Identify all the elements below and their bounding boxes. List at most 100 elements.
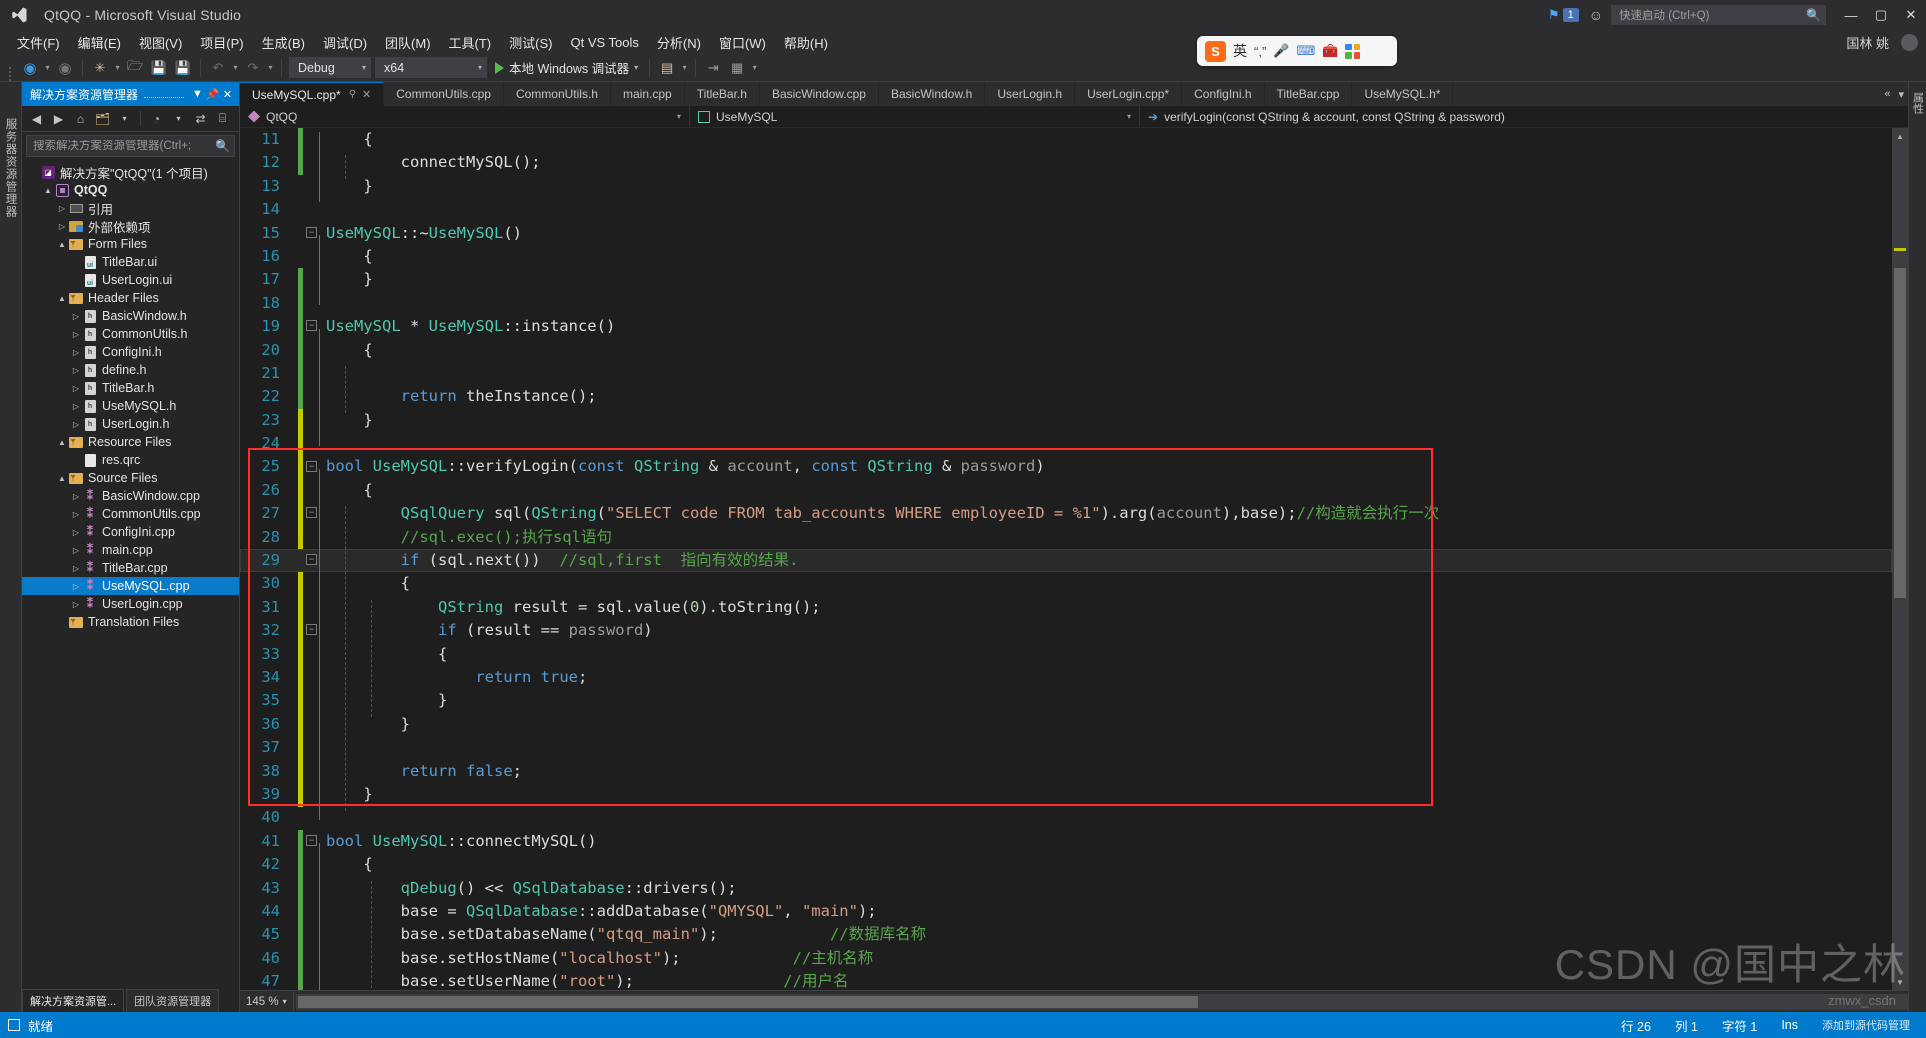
build-platform-select[interactable]: x64 ▾ (375, 57, 487, 78)
code-line[interactable]: 43 qDebug() << QSqlDatabase::drivers(); (240, 877, 1892, 900)
editor-tab-titlebar.cpp[interactable]: TitleBar.cpp (1265, 82, 1353, 106)
scroll-up-arrow[interactable]: ▲ (1892, 128, 1908, 144)
undo-dropdown-icon[interactable]: ▾ (230, 57, 241, 79)
code-line[interactable]: 32 if (result == password) (240, 619, 1892, 642)
code-line[interactable]: 39 } (240, 783, 1892, 806)
microphone-icon[interactable]: 🎤 (1273, 43, 1289, 59)
menu-team[interactable]: 团队(M) (376, 31, 440, 54)
menu-qt-vs-tools[interactable]: Qt VS Tools (561, 33, 647, 52)
tab-list-icon[interactable]: ▾ (1898, 88, 1904, 101)
tree-twisty-icon[interactable]: ▲ (42, 186, 54, 195)
close-tab-icon[interactable]: ✕ (362, 88, 371, 101)
scroll-down-arrow[interactable]: ▼ (1892, 974, 1908, 990)
redo-dropdown-icon[interactable]: ▾ (265, 57, 276, 79)
sogou-ime-bar[interactable]: S 英 “,” 🎤 ⌨ 🧰 (1197, 36, 1397, 66)
tree-twisty-icon[interactable]: ▷ (70, 528, 82, 537)
collapse-toggle-icon[interactable]: − (306, 507, 317, 519)
attach-dropdown-icon[interactable]: ▾ (679, 57, 690, 79)
code-surface[interactable]: 11 {12 connectMySQL(); 13 } 14 15 UseMySQL… (240, 128, 1892, 990)
tree-twisty-icon[interactable]: ▲ (56, 294, 68, 303)
menu-test[interactable]: 测试(S) (500, 31, 561, 54)
status-source-control[interactable]: 添加到源代码管理 (1810, 1017, 1926, 1033)
code-line[interactable]: 28 //sql.exec();执行sql语句 (240, 526, 1892, 549)
code-line[interactable]: 47 base.setUserName("root"); //用户名 (240, 970, 1892, 990)
more-toolbar-icon[interactable]: ▾ (749, 57, 760, 79)
tree-twisty-icon[interactable]: ▷ (70, 546, 82, 555)
tree-twisty-icon[interactable]: ▷ (70, 600, 82, 609)
tree-item-form-files[interactable]: ▲ Form Files (22, 235, 239, 253)
tree-item-res.qrc[interactable]: res.qrc (22, 451, 239, 469)
tree-item-titlebar.cpp[interactable]: ▷ ⁑ TitleBar.cpp (22, 559, 239, 577)
tree-item-main.cpp[interactable]: ▷ ⁑ main.cpp (22, 541, 239, 559)
code-line[interactable]: 42 { (240, 853, 1892, 876)
tree-twisty-icon[interactable]: ▷ (70, 348, 82, 357)
code-line[interactable]: 24 (240, 432, 1892, 455)
code-line[interactable]: 40 (240, 806, 1892, 829)
code-line[interactable]: 11 { (240, 128, 1892, 151)
code-line[interactable]: 30 { (240, 572, 1892, 595)
editor-tab-strip[interactable]: UseMySQL.cpp* ⚲ ✕ CommonUtils.cpp CommonUtil… (240, 82, 1908, 106)
menu-view[interactable]: 视图(V) (130, 31, 191, 54)
back-dropdown-icon[interactable]: ▾ (42, 57, 53, 79)
code-line[interactable]: 12 connectMySQL(); (240, 151, 1892, 174)
open-file-icon[interactable]: 🗁 (123, 57, 147, 79)
tree-item-commonutils.h[interactable]: ▷ h CommonUtils.h (22, 325, 239, 343)
notifications-button[interactable]: ⚑ 1 (1548, 7, 1579, 23)
navigate-back-icon[interactable]: ◉ (18, 57, 42, 79)
tree-item-configini.cpp[interactable]: ▷ ⁑ ConfigIni.cpp (22, 523, 239, 541)
close-button[interactable]: ✕ (1896, 0, 1926, 30)
tree-item-basicwindow.h[interactable]: ▷ h BasicWindow.h (22, 307, 239, 325)
code-line[interactable]: 36 } (240, 713, 1892, 736)
solution-search-box[interactable]: 🔍 (26, 135, 235, 157)
navbar-class-select[interactable]: UseMySQL ▾ (690, 106, 1140, 127)
solution-tree[interactable]: ◪ 解决方案"QtQQ"(1 个项目) ▲ QtQQ ▷ 引用 ▷ 外部依赖项 ▲ Form Fi… (22, 159, 239, 990)
tree-item-commonutils.cpp[interactable]: ▷ ⁑ CommonUtils.cpp (22, 505, 239, 523)
tree-item-usemysql.h[interactable]: ▷ h UseMySQL.h (22, 397, 239, 415)
tree-item-userlogin.h[interactable]: ▷ h UserLogin.h (22, 415, 239, 433)
navbar-member-select[interactable]: ➔ verifyLogin(const QString & account, c… (1140, 106, 1908, 127)
tree-item-titlebar.ui[interactable]: ui TitleBar.ui (22, 253, 239, 271)
source-code[interactable]: 11 {12 connectMySQL(); 13 } 14 15 UseMySQL… (240, 128, 1892, 990)
collapse-toggle-icon[interactable]: − (306, 320, 317, 332)
back-icon[interactable]: ◀ (26, 108, 47, 129)
menu-tools[interactable]: 工具(T) (440, 31, 501, 54)
code-line[interactable]: 19 UseMySQL * UseMySQL::instance() (240, 315, 1892, 338)
tree-item-userlogin.ui[interactable]: ui UserLogin.ui (22, 271, 239, 289)
tree-item-usemysql.cpp[interactable]: ▷ ⁑ UseMySQL.cpp (22, 577, 239, 595)
code-line[interactable]: 31 QString result = sql.value(0).toStrin… (240, 596, 1892, 619)
zoom-level-select[interactable]: 145 % ▾ (240, 991, 294, 1012)
vertical-scrollbar[interactable]: ▲ ▼ (1892, 128, 1908, 990)
save-all-icon[interactable]: 💾 (171, 57, 195, 79)
code-line[interactable]: 18 (240, 292, 1892, 315)
tree-twisty-icon[interactable]: ▷ (70, 312, 82, 321)
code-line[interactable]: 27 QSqlQuery sql(QString("SELECT code FR… (240, 502, 1892, 525)
tree-twisty-icon[interactable]: ▷ (70, 492, 82, 501)
tree-twisty-icon[interactable]: ▷ (70, 384, 82, 393)
editor-tab-basicwindow.cpp[interactable]: BasicWindow.cpp (760, 82, 879, 106)
tab-team-explorer[interactable]: 团队资源管理器 (126, 989, 220, 1012)
tree-item-translation-files[interactable]: Translation Files (22, 613, 239, 631)
search-input[interactable] (33, 140, 216, 152)
navigate-forward-icon[interactable]: ◉ (53, 57, 77, 79)
collapse-toggle-icon[interactable]: − (306, 226, 317, 238)
collapse-toggle-icon[interactable]: − (306, 835, 317, 846)
editor-tab-main.cpp[interactable]: main.cpp (611, 82, 685, 106)
tree-twisty-icon[interactable]: ▲ (56, 474, 68, 483)
tree-twisty-icon[interactable]: ▷ (70, 366, 82, 375)
hscrollbar-thumb[interactable] (297, 995, 1198, 1008)
code-line[interactable]: 44 base = QSqlDatabase::addDatabase("QMY… (240, 900, 1892, 923)
tree-item-define.h[interactable]: ▷ h define.h (22, 361, 239, 379)
tree-twisty-icon[interactable]: ▲ (56, 240, 68, 249)
code-line[interactable]: 22 return theInstance(); (240, 385, 1892, 408)
code-line[interactable]: 14 (240, 198, 1892, 221)
tree-twisty-icon[interactable]: ▷ (70, 564, 82, 573)
code-line[interactable]: 25 bool UseMySQL::verifyLogin(const QStr… (240, 455, 1892, 478)
menu-debug[interactable]: 调试(D) (314, 31, 376, 54)
menu-project[interactable]: 项目(P) (191, 31, 252, 54)
tree-twisty-icon[interactable]: ▷ (70, 330, 82, 339)
undo-icon[interactable]: ↶ (206, 57, 230, 79)
code-line[interactable]: 21 (240, 362, 1892, 385)
scrollbar-thumb[interactable] (1894, 268, 1906, 598)
build-configuration-select[interactable]: Debug ▾ (289, 57, 371, 78)
pending-changes-icon[interactable]: ◔ (146, 108, 167, 129)
